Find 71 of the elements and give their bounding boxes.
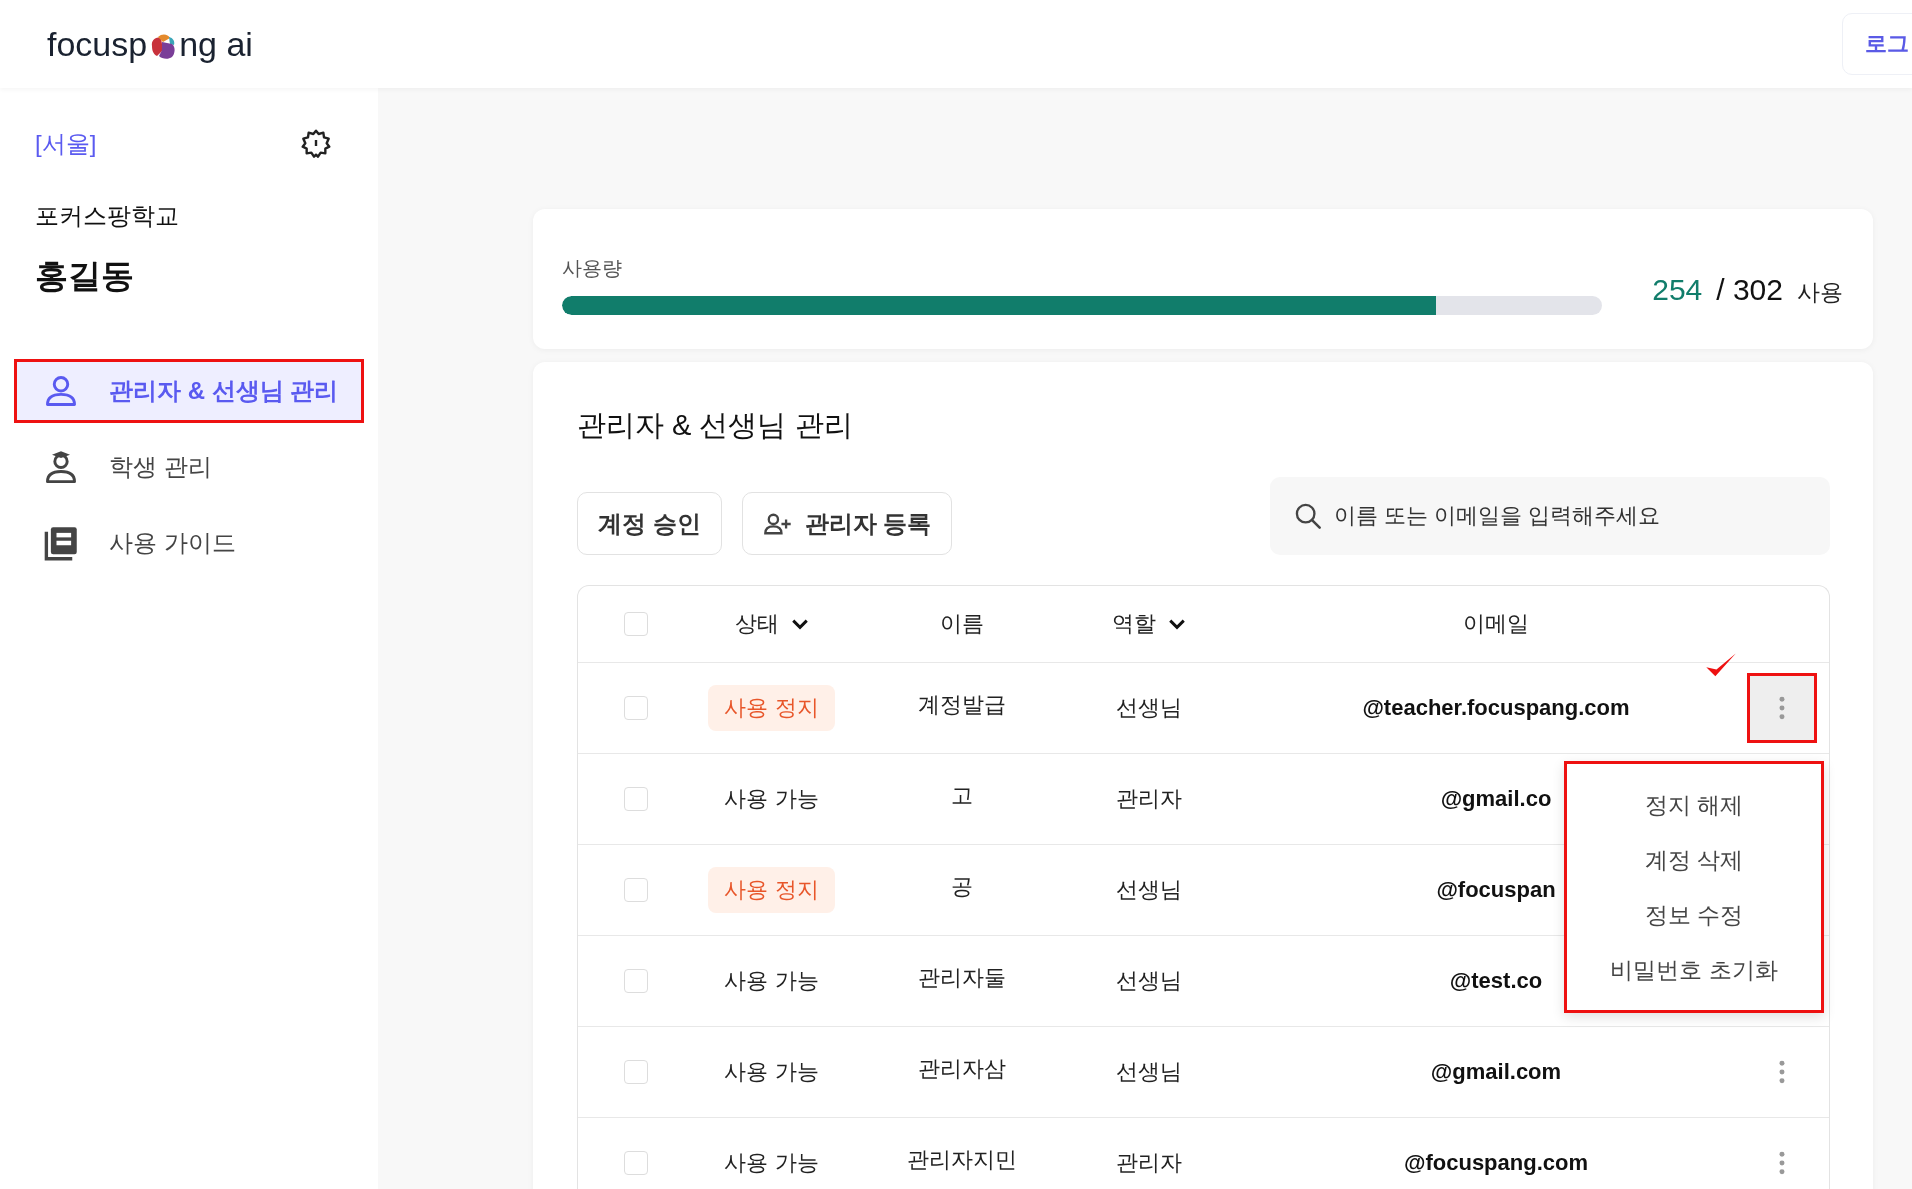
name-cell-text: 계정발급 xyxy=(917,691,1006,719)
usage-unit: 사용 xyxy=(1797,277,1843,307)
row-checkbox[interactable] xyxy=(624,1060,648,1084)
menu-item[interactable]: 비밀번호 초기화 xyxy=(1567,953,1821,988)
sidebar-item-label: 관리자 & 선생님 관리 xyxy=(109,376,339,406)
email-cell: @gmail.co xyxy=(1440,786,1552,812)
search-icon xyxy=(1294,502,1322,530)
email-cell: @focuspang.com xyxy=(1404,1150,1588,1176)
select-all-checkbox[interactable] xyxy=(624,612,648,636)
role-cell-text: 관리자 xyxy=(1116,785,1182,813)
approve-button[interactable]: 계정 승인 xyxy=(577,492,722,555)
column-header[interactable]: 상태 xyxy=(734,609,809,639)
role-cell-text: 선생님 xyxy=(1116,1058,1182,1086)
add-person-icon xyxy=(762,511,793,536)
school-name: 포커스팡학교 xyxy=(35,201,180,231)
person-icon xyxy=(43,373,79,409)
panel-title: 관리자 & 선생님 관리 xyxy=(577,408,854,443)
name-cell-text: 고 xyxy=(950,782,973,810)
more-icon xyxy=(1778,695,1786,721)
status-text: 사용 가능 xyxy=(724,785,819,813)
name-cell-text: 관리자지민 xyxy=(906,1146,1017,1174)
row-checkbox[interactable] xyxy=(624,696,648,720)
usage-label: 사용량 xyxy=(562,256,623,281)
logo-text: ng ai xyxy=(179,24,253,64)
status-badge: 사용 정지 xyxy=(708,867,835,913)
student-icon xyxy=(43,449,79,485)
settings-icon[interactable] xyxy=(300,128,332,160)
status-text: 사용 가능 xyxy=(724,1058,819,1086)
email-cell: @teacher.focuspang.com xyxy=(1362,695,1630,721)
column-header[interactable]: 역할 xyxy=(1112,609,1186,639)
status-text: 사용 가능 xyxy=(724,967,819,995)
sidebar-item[interactable]: 학생 관리 xyxy=(14,435,364,499)
row-checkbox[interactable] xyxy=(624,969,648,993)
column-header: 이름 xyxy=(939,610,984,638)
role-cell-text: 관리자 xyxy=(1116,1149,1182,1177)
sidebar-item-label: 학생 관리 xyxy=(109,452,212,482)
login-button[interactable]: 로그 xyxy=(1842,13,1912,75)
email-cell: @focuspan xyxy=(1436,877,1556,903)
status-badge: 사용 정지 xyxy=(708,685,835,731)
email-cell: @test.co xyxy=(1449,968,1543,994)
menu-item[interactable]: 계정 삭제 xyxy=(1567,843,1821,878)
total-count: / 302 xyxy=(1716,272,1783,307)
more-icon xyxy=(1778,1059,1786,1085)
menu-item[interactable]: 정보 수정 xyxy=(1567,898,1821,933)
sidebar-item-label: 사용 가이드 xyxy=(109,528,236,558)
role-cell-text: 선생님 xyxy=(1116,694,1182,722)
role-cell-text: 선생님 xyxy=(1116,967,1182,995)
name-cell-text: 관리자둘 xyxy=(917,964,1006,992)
column-header: 이메일 xyxy=(1463,610,1529,638)
name-cell-text: 공 xyxy=(950,873,973,901)
row-checkbox[interactable] xyxy=(624,878,648,902)
used-count: 254 xyxy=(1652,272,1703,307)
search-field[interactable]: 이름 또는 이메일을 입력해주세요 xyxy=(1270,477,1830,555)
add-admin-button[interactable]: 관리자 등록 xyxy=(741,492,953,555)
region-label: [서울] xyxy=(35,129,97,159)
sidebar-item[interactable]: 사용 가이드 xyxy=(14,511,364,575)
status-text: 사용 가능 xyxy=(724,1149,819,1177)
user-name: 홍길동 xyxy=(35,256,135,296)
more-button[interactable] xyxy=(1747,673,1817,743)
more-icon xyxy=(1778,1150,1786,1176)
sidebar-item[interactable]: 관리자 & 선생님 관리 xyxy=(14,359,364,423)
book-icon xyxy=(43,525,79,561)
chevron-down-icon xyxy=(1168,618,1186,630)
logo-text: focusp xyxy=(47,24,148,64)
name-cell-text: 관리자삼 xyxy=(917,1055,1006,1083)
role-cell-text: 선생님 xyxy=(1116,876,1182,904)
menu-item[interactable]: 정지 해제 xyxy=(1567,788,1821,823)
email-cell: @gmail.com xyxy=(1430,1059,1562,1085)
row-checkbox[interactable] xyxy=(624,787,648,811)
row-checkbox[interactable] xyxy=(624,1151,648,1175)
chevron-down-icon xyxy=(790,618,809,630)
